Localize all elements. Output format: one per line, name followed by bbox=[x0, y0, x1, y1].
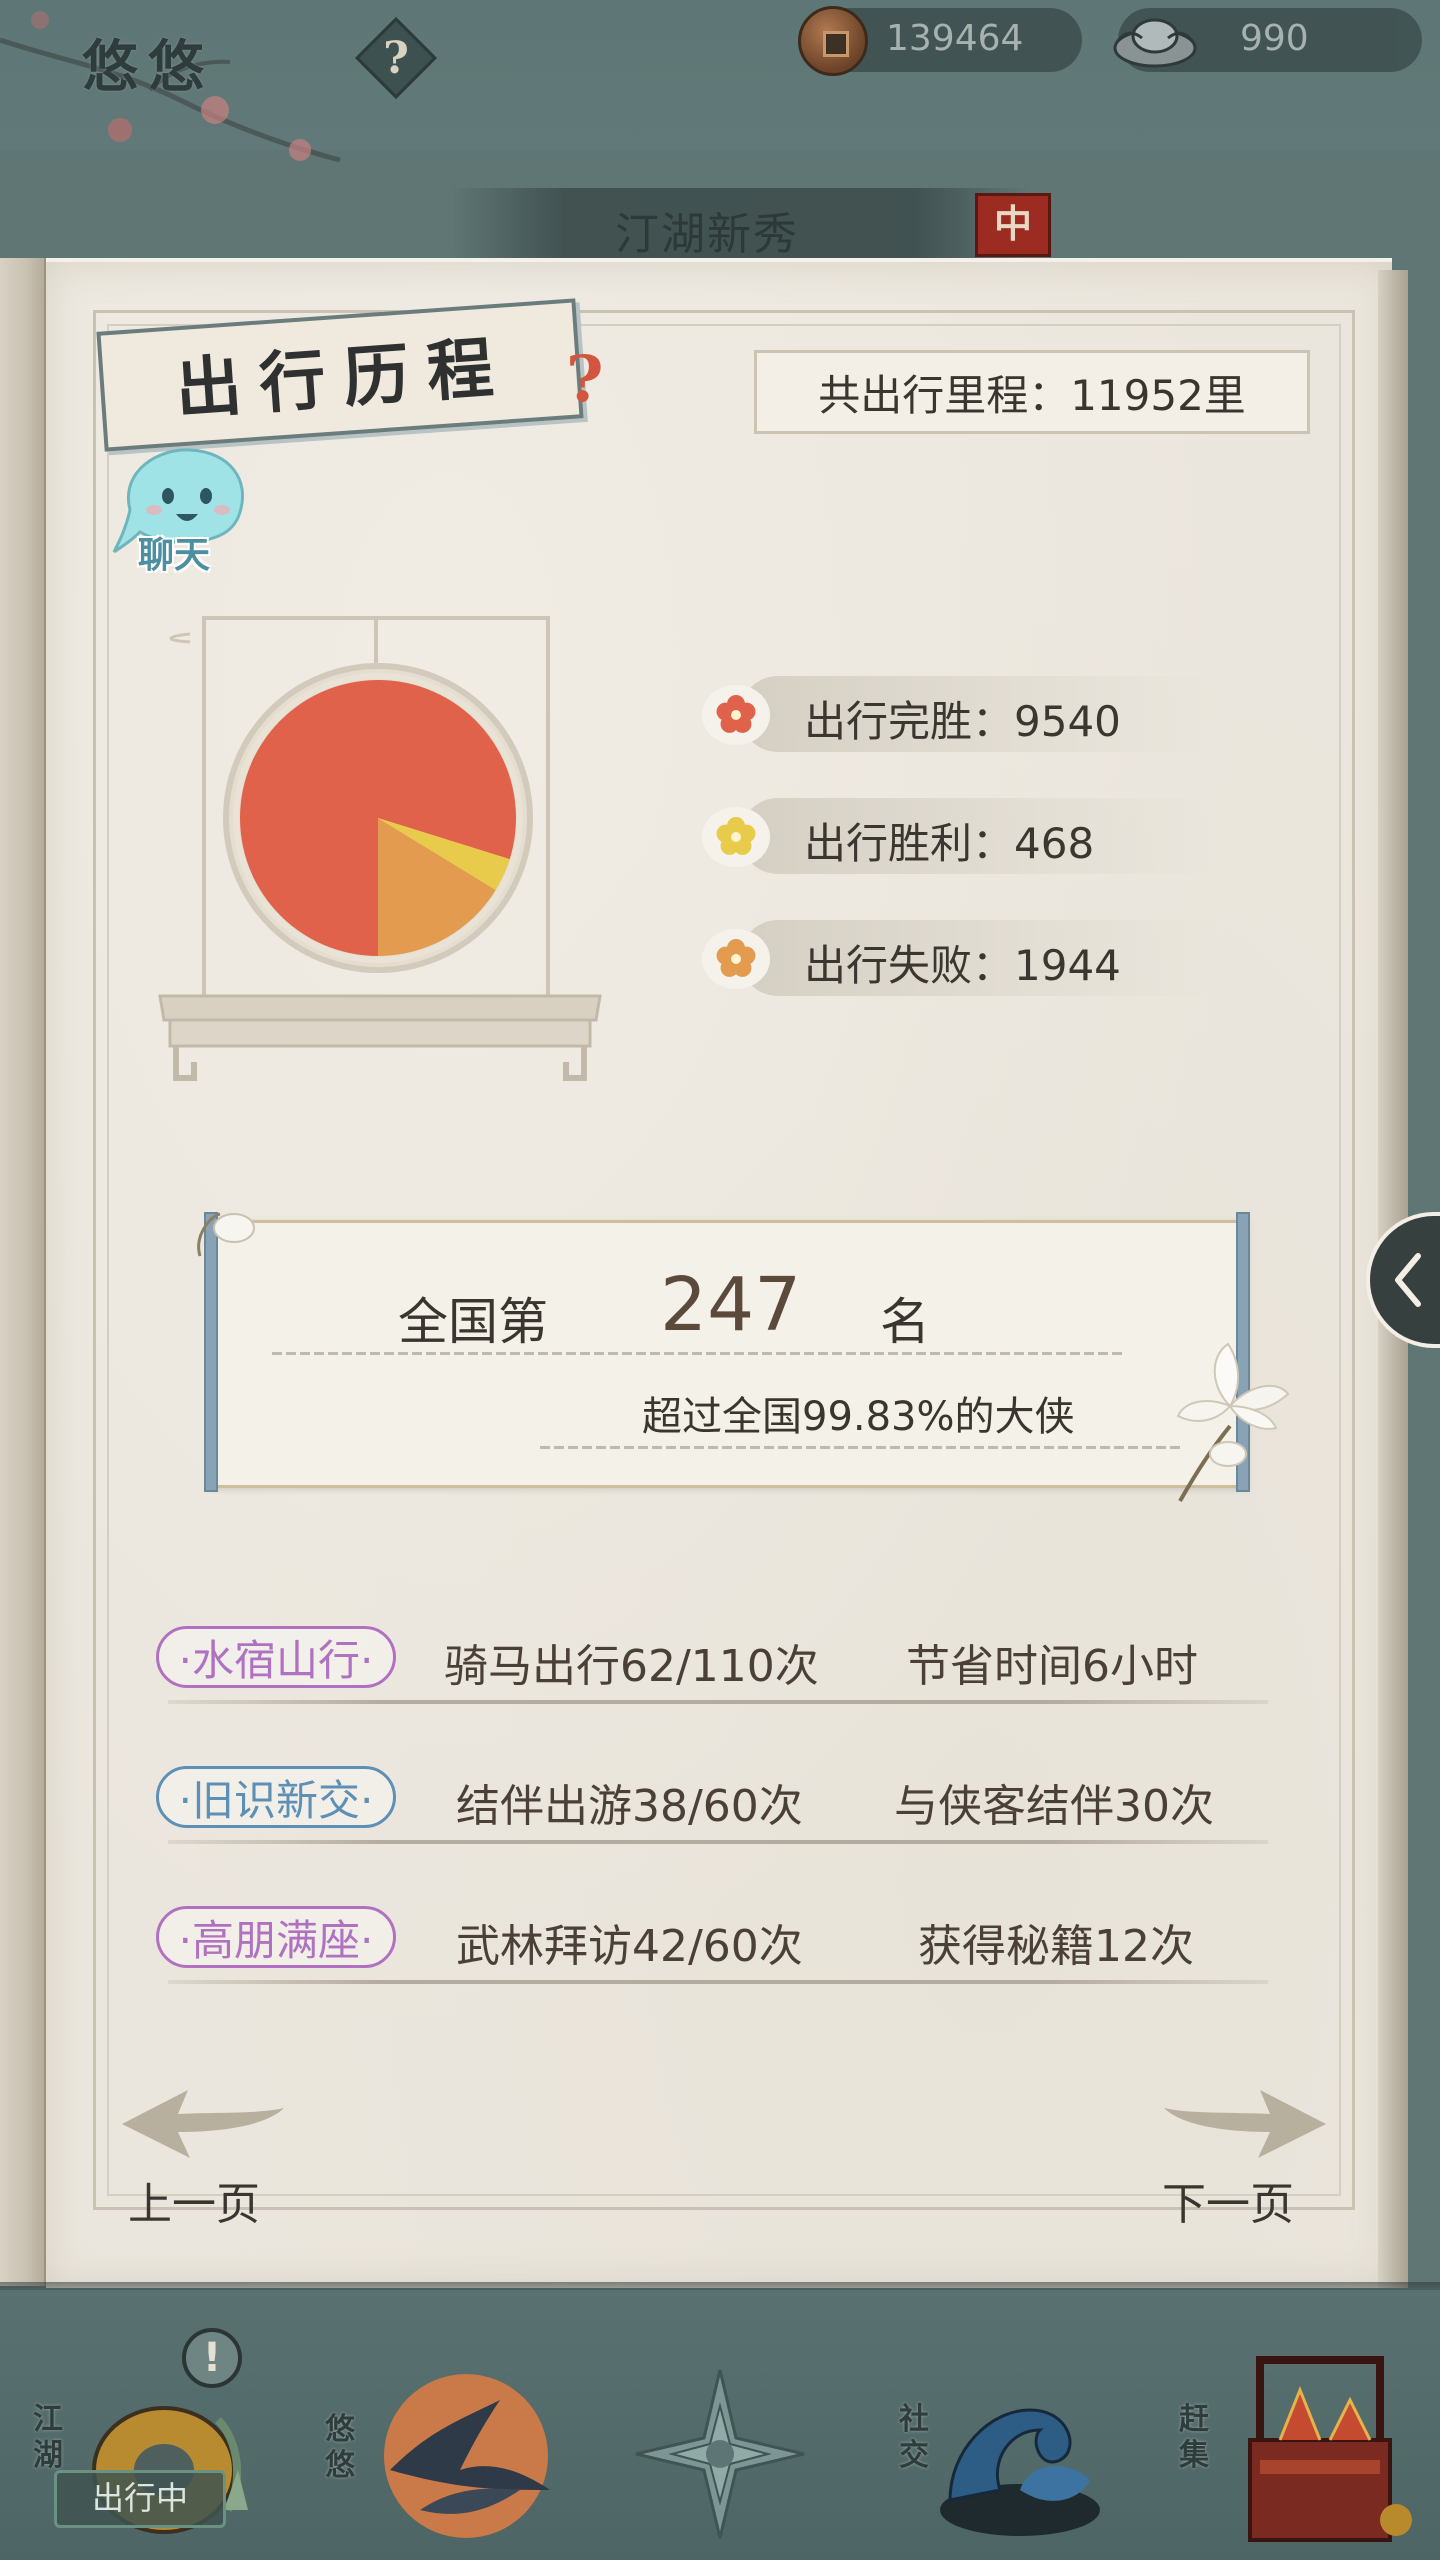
achievement-divider bbox=[168, 1840, 1268, 1844]
rank-number: 247 bbox=[660, 1262, 802, 1348]
compass-star-icon bbox=[635, 2369, 805, 2539]
section-help-icon[interactable]: ? bbox=[566, 342, 604, 417]
achievement-stat: 结伴出游38/60次 bbox=[456, 1781, 803, 1832]
rank-prefix: 全国第 bbox=[398, 1293, 548, 1351]
nav-market[interactable]: 赶集 bbox=[1170, 2320, 1430, 2560]
rank-seal-badge: 中 bbox=[975, 193, 1051, 257]
copper-coin-amount: 139464 bbox=[886, 18, 1024, 59]
legend-row-fail: 出行失败：1944 bbox=[700, 916, 1220, 1000]
silver-ingot-amount: 990 bbox=[1240, 18, 1309, 59]
book-spine bbox=[0, 258, 46, 2286]
achievement-divider bbox=[168, 1700, 1268, 1704]
achievement-row-companion: ·旧识新交· 结伴出游38/60次 与侠客结伴30次 bbox=[150, 1756, 1280, 1844]
swallow-moon-icon bbox=[384, 2374, 550, 2538]
rank-suffix: 名 bbox=[880, 1293, 930, 1351]
achievement-stat: 与侠客结伴30次 bbox=[894, 1781, 1214, 1832]
nav-center-compass[interactable] bbox=[620, 2320, 820, 2560]
rank-exceed-text: 超过全国99.83%的大侠 bbox=[642, 1394, 1075, 1440]
nav-label-jianghu: 江湖 bbox=[33, 2402, 63, 2473]
orange-flower-icon bbox=[702, 929, 770, 989]
nav-label-youyou: 悠悠 bbox=[325, 2412, 355, 2483]
achievement-stat: 获得秘籍12次 bbox=[918, 1921, 1194, 1972]
rank-divider bbox=[540, 1446, 1180, 1449]
total-distance-box: 共出行里程：11952里 bbox=[754, 350, 1310, 434]
achievement-row-visit: ·高朋满座· 武林拜访42/60次 获得秘籍12次 bbox=[150, 1896, 1280, 1984]
wave-bowl-icon bbox=[940, 2408, 1100, 2536]
travel-result-pie-chart bbox=[233, 673, 523, 963]
achievement-row-horse-travel: ·水宿山行· 骑马出行62/110次 节省时间6小时 bbox=[150, 1616, 1280, 1704]
player-name[interactable]: 悠悠 bbox=[82, 22, 214, 103]
traveling-status-chip: 出行中 bbox=[54, 2470, 226, 2528]
nav-label-social: 社交 bbox=[899, 2402, 929, 2473]
achievement-stat: 节省时间6小时 bbox=[906, 1641, 1198, 1692]
yellow-flower-icon bbox=[702, 807, 770, 867]
arrow-left-icon bbox=[122, 2090, 284, 2158]
silver-ingot-icon bbox=[1113, 18, 1197, 68]
rank-divider bbox=[272, 1352, 1122, 1355]
rank-title: 汀湖新秀 bbox=[615, 209, 799, 260]
silver-ingot-counter[interactable]: 990 bbox=[1113, 8, 1422, 72]
help-question-icon: ? bbox=[383, 32, 409, 84]
next-page-button[interactable]: 下一页 bbox=[1150, 2084, 1330, 2230]
red-flower-icon bbox=[702, 685, 770, 745]
legend-complete-win: 出行完胜：9540 bbox=[804, 697, 1121, 746]
nav-social[interactable]: 社交 bbox=[880, 2320, 1130, 2560]
nav-youyou[interactable]: 悠悠 bbox=[310, 2320, 560, 2560]
legend-fail: 出行失败：1944 bbox=[804, 941, 1121, 990]
legend-win: 出行胜利：468 bbox=[804, 819, 1095, 868]
magnolia-flower-decoration bbox=[1176, 1342, 1290, 1502]
legend-row-complete-win: 出行完胜：9540 bbox=[700, 672, 1220, 756]
market-basket-icon bbox=[1248, 2356, 1412, 2542]
alert-icon: ! bbox=[182, 2328, 242, 2388]
next-page-label: 下一页 bbox=[1162, 2179, 1294, 2230]
achievement-stat: 武林拜访42/60次 bbox=[456, 1921, 803, 1972]
achievement-badge: ·高朋满座· bbox=[156, 1906, 396, 1968]
previous-page-label: 上一页 bbox=[128, 2179, 260, 2230]
arrow-right-icon bbox=[1164, 2090, 1326, 2158]
copper-coin-icon bbox=[798, 6, 868, 76]
achievement-badge: ·水宿山行· bbox=[156, 1626, 396, 1688]
achievement-divider bbox=[168, 1980, 1268, 1984]
chevron-left-icon bbox=[1395, 1253, 1421, 1307]
previous-page-button[interactable]: 上一页 bbox=[118, 2084, 288, 2230]
chat-label[interactable]: 聊天 bbox=[138, 526, 210, 578]
legend-row-win: 出行胜利：468 bbox=[700, 794, 1220, 878]
copper-coin-counter[interactable]: 139464 bbox=[798, 6, 1082, 76]
achievement-stat: 骑马出行62/110次 bbox=[444, 1641, 819, 1692]
achievement-badge: ·旧识新交· bbox=[156, 1766, 396, 1828]
nav-label-market: 赶集 bbox=[1179, 2402, 1209, 2473]
help-button[interactable]: ? bbox=[360, 22, 432, 94]
flower-bud-decoration bbox=[197, 1212, 255, 1257]
